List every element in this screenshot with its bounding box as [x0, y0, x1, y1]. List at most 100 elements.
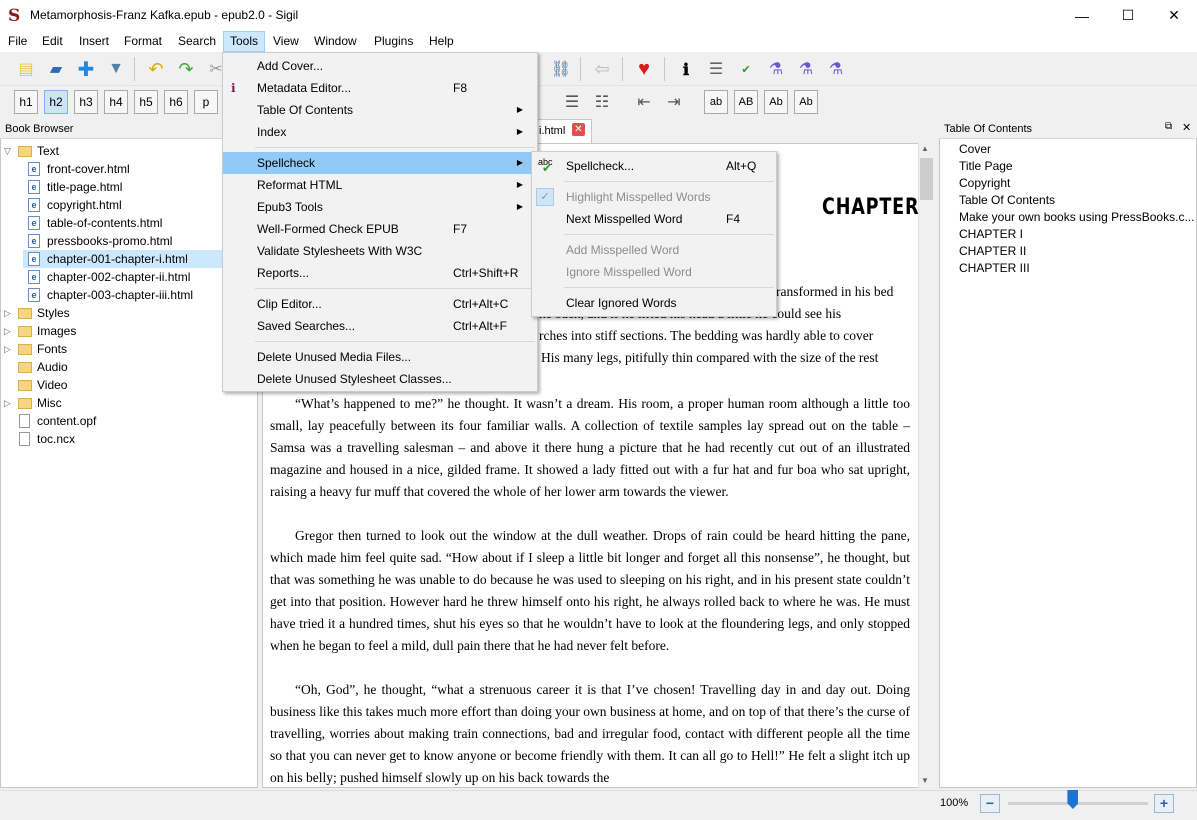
menu-plugins[interactable]: Plugins [368, 31, 419, 52]
menu-add-cover[interactable]: Add Cover... [223, 55, 537, 77]
save-icon[interactable]: ▼ [104, 57, 128, 81]
toc-item[interactable]: CHAPTER I [959, 227, 1023, 241]
outdent-icon[interactable]: ⇤ [632, 90, 656, 114]
paragraph-button[interactable]: p [194, 90, 218, 114]
editor-scrollbar[interactable] [918, 143, 935, 788]
spellcheck-icon[interactable]: ✔ [734, 57, 758, 81]
close-panel-icon[interactable]: ✕ [1182, 121, 1191, 134]
menu-highlight-misspelled[interactable]: ✓ Highlight Misspelled Words [532, 186, 776, 208]
menu-delete-unused-classes[interactable]: Delete Unused Stylesheet Classes... [223, 368, 537, 390]
menu-reports[interactable]: Reports... Ctrl+Shift+R [223, 262, 537, 284]
tree-folder-video[interactable]: Video [0, 376, 256, 394]
tree-file-ncx[interactable]: toc.ncx [0, 430, 256, 448]
menu-search[interactable]: Search [172, 31, 222, 52]
menu-metadata-editor[interactable]: ℹ Metadata Editor... F8 [223, 77, 537, 99]
zoom-in-button[interactable]: + [1154, 794, 1174, 813]
tree-folder-text[interactable]: ▽ Text [0, 142, 256, 160]
menu-view[interactable]: View [267, 31, 305, 52]
close-button[interactable]: ✕ [1151, 0, 1197, 31]
toc-item[interactable]: CHAPTER II [959, 244, 1026, 258]
menu-add-misspelled[interactable]: Add Misspelled Word [532, 239, 776, 261]
menu-index[interactable]: Index ▶ [223, 121, 537, 143]
menu-clear-ignored[interactable]: Clear Ignored Words [532, 292, 776, 314]
tree-folder-fonts[interactable]: ▷ Fonts [0, 340, 256, 358]
uppercase-button[interactable]: AB [734, 90, 758, 114]
tree-folder-misc[interactable]: ▷ Misc [0, 394, 256, 412]
menu-spellcheck[interactable]: Spellcheck ▶ [223, 152, 537, 174]
tab-close-icon[interactable]: ✕ [572, 123, 585, 136]
expand-icon[interactable]: ▷ [4, 304, 11, 322]
collapse-icon[interactable]: ▽ [4, 142, 11, 160]
maximize-button[interactable]: ☐ [1105, 0, 1151, 31]
heading-3-button[interactable]: h3 [74, 90, 98, 114]
toc-item[interactable]: Cover [959, 142, 991, 156]
tree-file[interactable]: e title-page.html [0, 178, 256, 196]
link-icon[interactable]: ⛓ [549, 57, 573, 81]
zoom-out-button[interactable]: − [980, 794, 1000, 813]
menu-next-misspelled[interactable]: Next Misspelled Word F4 [532, 208, 776, 230]
tree-folder-styles[interactable]: ▷ Styles [0, 304, 256, 322]
bullet-list-icon[interactable]: ☰ [560, 90, 584, 114]
expand-icon[interactable]: ▷ [4, 340, 11, 358]
menu-well-formed-check[interactable]: Well-Formed Check EPUB F7 [223, 218, 537, 240]
menu-spellcheck-dialog[interactable]: abc ✔ Spellcheck... Alt+Q [532, 155, 776, 177]
redo-icon[interactable]: ↷ [174, 57, 198, 81]
menu-validate-stylesheets[interactable]: Validate Stylesheets With W3C [223, 240, 537, 262]
add-file-icon[interactable]: ✚ [74, 57, 98, 81]
metadata-icon[interactable]: ℹ [674, 57, 698, 81]
toc-item[interactable]: CHAPTER III [959, 261, 1030, 275]
heading-2-button[interactable]: h2 [44, 90, 68, 114]
back-arrow-icon[interactable]: ⇦ [590, 57, 614, 81]
menu-delete-unused-media[interactable]: Delete Unused Media Files... [223, 346, 537, 368]
new-file-icon[interactable]: ▤ [14, 57, 38, 81]
capitalize-button[interactable]: Ab [794, 90, 818, 114]
tree-file-opf[interactable]: content.opf [0, 412, 256, 430]
minimize-button[interactable]: — [1059, 0, 1105, 31]
float-panel-icon[interactable]: ⧉ [1165, 121, 1172, 132]
undo-icon[interactable]: ↶ [144, 57, 168, 81]
donate-heart-icon[interactable]: ♥ [632, 57, 656, 81]
menu-help[interactable]: Help [423, 31, 460, 52]
menu-format[interactable]: Format [118, 31, 168, 52]
tree-file[interactable]: e copyright.html [0, 196, 256, 214]
menu-window[interactable]: Window [308, 31, 363, 52]
expand-icon[interactable]: ▷ [4, 394, 11, 412]
toc-edit-icon[interactable]: ☰ [704, 57, 728, 81]
numbered-list-icon[interactable]: ☷ [590, 90, 614, 114]
menu-edit[interactable]: Edit [36, 31, 69, 52]
heading-5-button[interactable]: h5 [134, 90, 158, 114]
toc-item[interactable]: Table Of Contents [959, 193, 1055, 207]
indent-icon[interactable]: ⇥ [662, 90, 686, 114]
menu-file[interactable]: File [2, 31, 33, 52]
menu-tools[interactable]: Tools [223, 31, 266, 52]
expand-icon[interactable]: ▷ [4, 322, 11, 340]
tree-file[interactable]: e front-cover.html [0, 160, 256, 178]
menu-insert[interactable]: Insert [73, 31, 115, 52]
tree-file[interactable]: e table-of-contents.html [0, 214, 256, 232]
scroll-up-icon[interactable]: ▲ [921, 144, 929, 153]
menu-clip-editor[interactable]: Clip Editor... Ctrl+Alt+C [223, 293, 537, 315]
tree-file[interactable]: e chapter-003-chapter-iii.html [0, 286, 256, 304]
menu-epub3-tools[interactable]: Epub3 Tools ▶ [223, 196, 537, 218]
tree-folder-images[interactable]: ▷ Images [0, 322, 256, 340]
menu-table-of-contents[interactable]: Table Of Contents ▶ [223, 99, 537, 121]
plugin-1-icon[interactable]: ⚗ [764, 57, 788, 81]
menu-saved-searches[interactable]: Saved Searches... Ctrl+Alt+F [223, 315, 537, 337]
titlecase-button[interactable]: Ab [764, 90, 788, 114]
menu-reformat-html[interactable]: Reformat HTML ▶ [223, 174, 537, 196]
menu-ignore-misspelled[interactable]: Ignore Misspelled Word [532, 261, 776, 283]
open-folder-icon[interactable]: ▰ [44, 57, 68, 81]
toc-item[interactable]: Make your own books using PressBooks.c..… [959, 210, 1194, 224]
tree-folder-audio[interactable]: Audio [0, 358, 256, 376]
tree-file[interactable]: e chapter-002-chapter-ii.html [0, 268, 256, 286]
scroll-thumb[interactable] [920, 158, 933, 200]
scroll-down-icon[interactable]: ▼ [921, 776, 929, 785]
toc-item[interactable]: Copyright [959, 176, 1010, 190]
tree-file[interactable]: e pressbooks-promo.html [0, 232, 256, 250]
heading-1-button[interactable]: h1 [14, 90, 38, 114]
heading-6-button[interactable]: h6 [164, 90, 188, 114]
plugin-2-icon[interactable]: ⚗ [794, 57, 818, 81]
toc-item[interactable]: Title Page [959, 159, 1013, 173]
plugin-3-icon[interactable]: ⚗ [824, 57, 848, 81]
lowercase-button[interactable]: ab [704, 90, 728, 114]
